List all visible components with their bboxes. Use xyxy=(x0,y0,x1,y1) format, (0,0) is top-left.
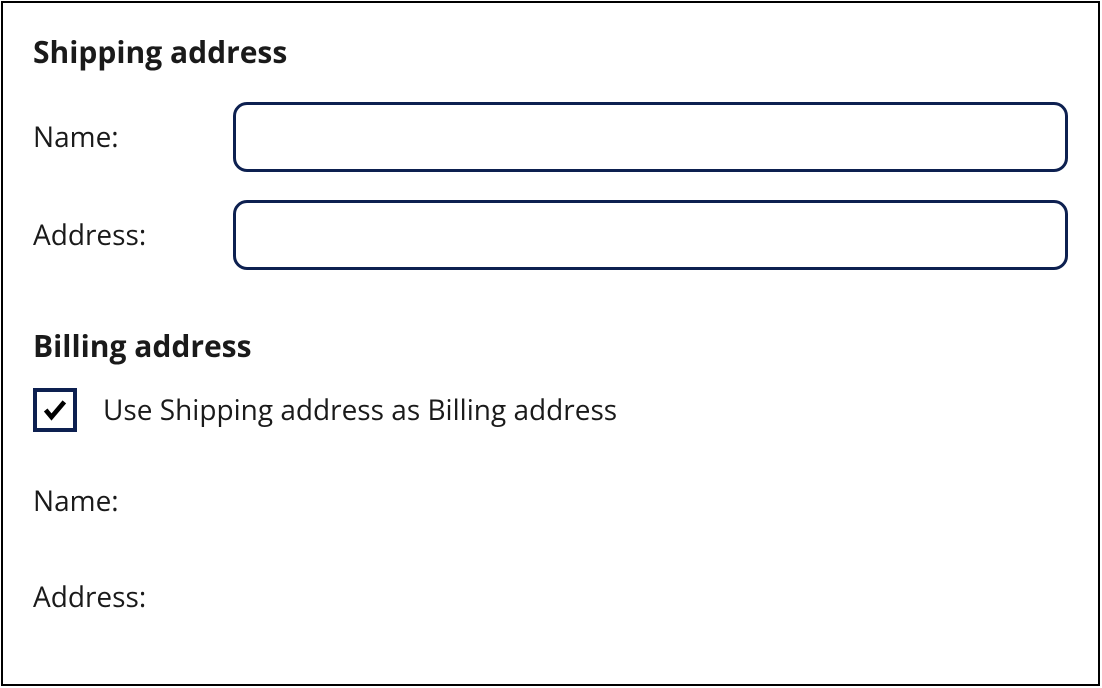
use-shipping-checkbox-label: Use Shipping address as Billing address xyxy=(103,391,617,429)
billing-name-label: Name: xyxy=(33,482,119,520)
shipping-heading: Shipping address xyxy=(33,31,1068,72)
use-shipping-checkbox-row: Use Shipping address as Billing address xyxy=(33,388,1068,432)
use-shipping-checkbox[interactable] xyxy=(33,388,77,432)
address-form-container: Shipping address Name: Address: Billing … xyxy=(1,1,1100,686)
shipping-address-input[interactable] xyxy=(233,200,1068,270)
shipping-address-label: Address: xyxy=(33,216,233,254)
checkmark-icon xyxy=(41,396,69,424)
shipping-address-row: Address: xyxy=(33,200,1068,270)
billing-heading: Billing address xyxy=(33,325,1068,366)
billing-address-row: Address: xyxy=(33,578,1068,616)
shipping-name-row: Name: xyxy=(33,102,1068,172)
billing-name-row: Name: xyxy=(33,482,1068,520)
shipping-name-label: Name: xyxy=(33,118,233,156)
shipping-name-input[interactable] xyxy=(233,102,1068,172)
billing-address-label: Address: xyxy=(33,578,146,616)
